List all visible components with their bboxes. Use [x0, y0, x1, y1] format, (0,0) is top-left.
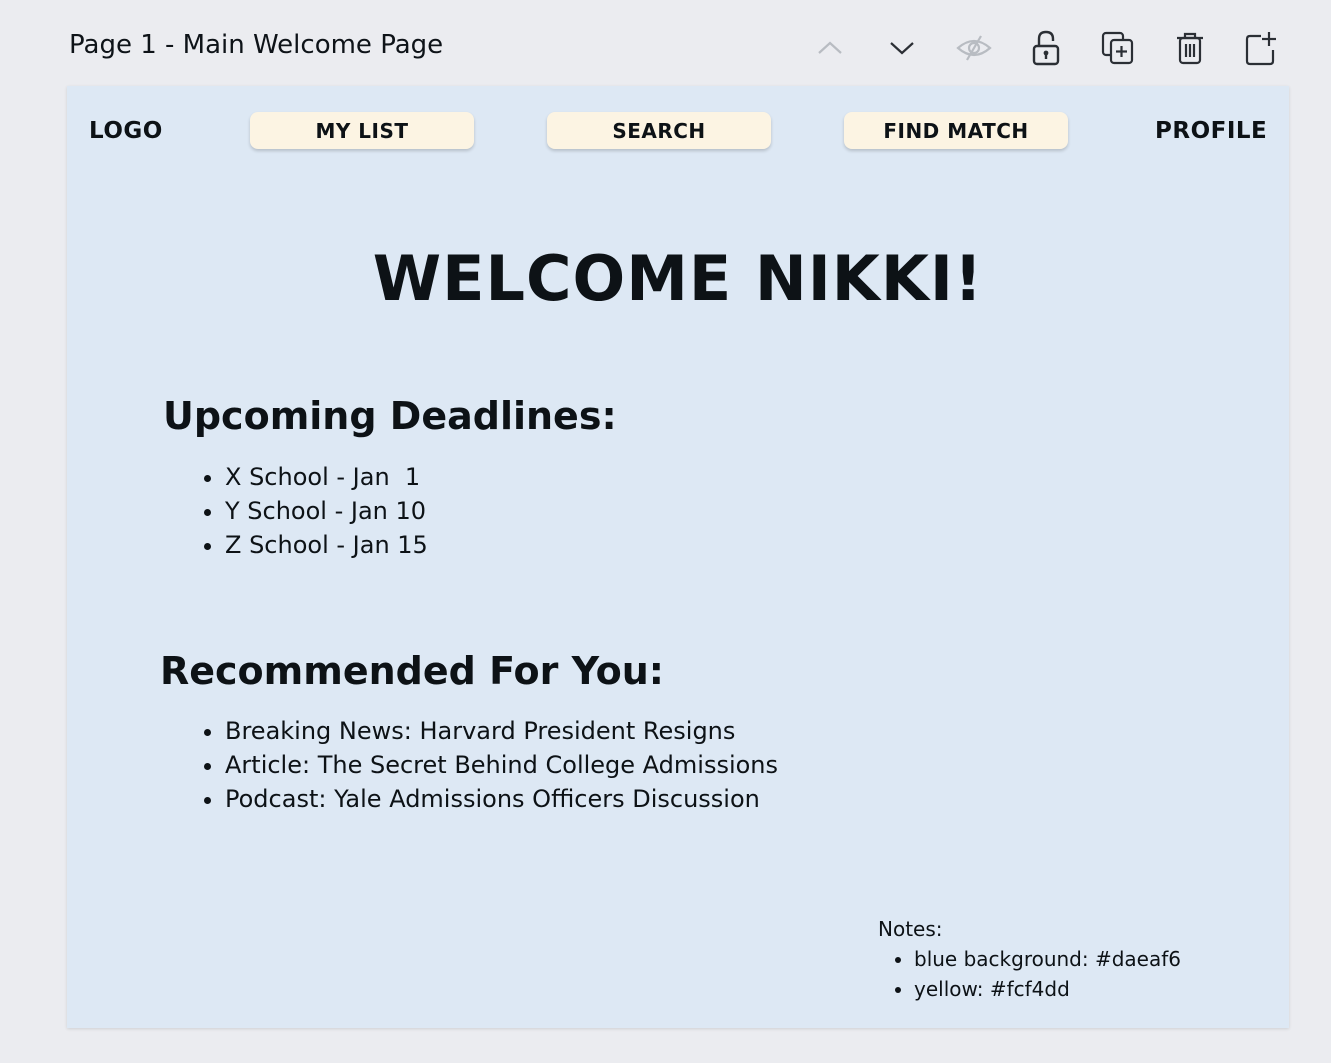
notes-label: Notes: [878, 917, 943, 941]
deadlines-heading: Upcoming Deadlines: [163, 394, 617, 438]
recommended-list: Breaking News: Harvard President Resigns… [201, 714, 778, 816]
list-item: Y School - Jan 10 [225, 494, 428, 528]
list-item[interactable]: Breaking News: Harvard President Resigns [225, 714, 778, 748]
welcome-heading: WELCOME NIKKI! [372, 242, 984, 315]
search-button[interactable]: SEARCH [547, 112, 771, 149]
chevron-up-icon[interactable] [810, 28, 850, 68]
page-header: Page 1 - Main Welcome Page [0, 0, 1331, 86]
design-canvas[interactable]: LOGO MY LIST SEARCH FIND MATCH PROFILE W… [67, 86, 1289, 1028]
list-item[interactable]: Article: The Secret Behind College Admis… [225, 748, 778, 782]
lock-open-icon[interactable] [1026, 28, 1066, 68]
my-list-button[interactable]: MY LIST [250, 112, 474, 149]
list-item: X School - Jan 1 [225, 460, 428, 494]
page-title: Page 1 - Main Welcome Page [69, 30, 444, 60]
list-item: yellow: #fcf4dd [914, 974, 1181, 1004]
list-item: Z School - Jan 15 [225, 528, 428, 562]
logo[interactable]: LOGO [89, 118, 163, 144]
add-page-icon[interactable] [1242, 28, 1282, 68]
notes-box: Notes: blue background: #daeaf6 yellow: … [878, 914, 1181, 1004]
list-item[interactable]: Podcast: Yale Admissions Officers Discus… [225, 782, 778, 816]
duplicate-page-icon[interactable] [1098, 28, 1138, 68]
notes-list: blue background: #daeaf6 yellow: #fcf4dd [878, 944, 1181, 1004]
list-item: blue background: #daeaf6 [914, 944, 1181, 974]
find-match-button[interactable]: FIND MATCH [844, 112, 1068, 149]
profile-link[interactable]: PROFILE [1155, 118, 1267, 144]
eye-hidden-icon[interactable] [954, 28, 994, 68]
chevron-down-icon[interactable] [882, 28, 922, 68]
deadlines-list: X School - Jan 1 Y School - Jan 10 Z Sch… [201, 460, 428, 562]
trash-icon[interactable] [1170, 28, 1210, 68]
recommended-heading: Recommended For You: [160, 649, 664, 693]
